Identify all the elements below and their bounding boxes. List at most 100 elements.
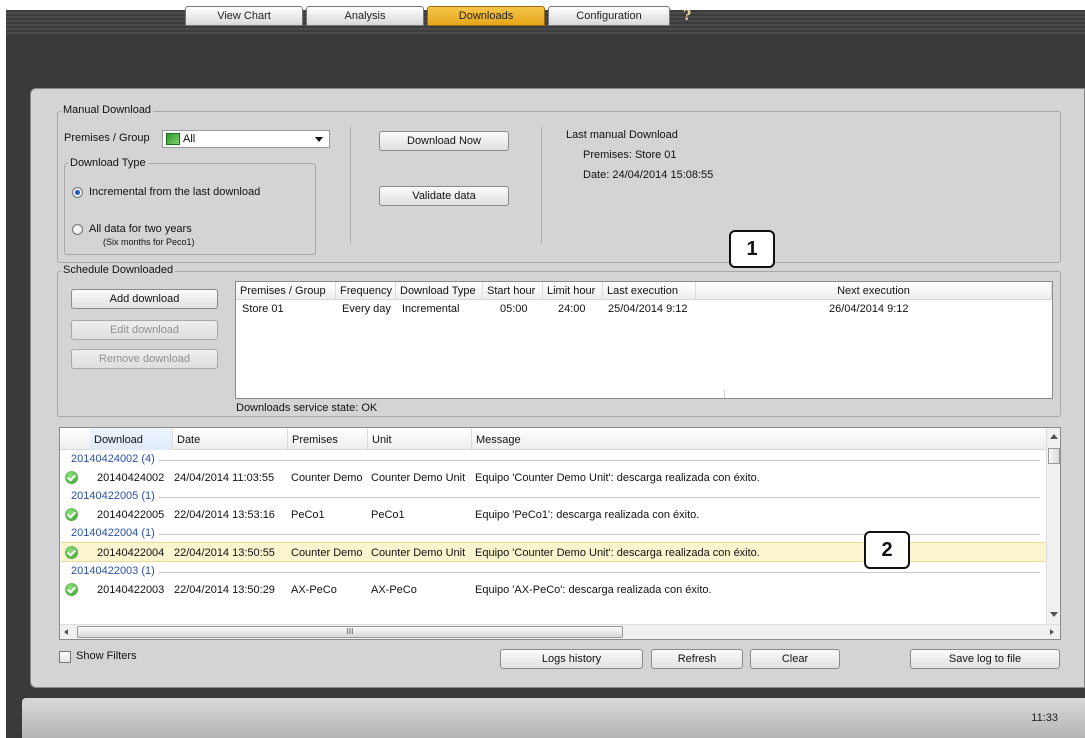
log-row[interactable]: 20140424002 24/04/2014 11:03:55 Counter … (61, 468, 1046, 488)
last-download-title: Last manual Download (566, 129, 678, 141)
scrollbar-thumb[interactable] (1048, 448, 1060, 464)
schedule-title: Schedule Downloaded (61, 264, 176, 276)
table-cell: Every day (342, 303, 391, 315)
clock: 11:33 (1031, 712, 1058, 724)
divider (71, 497, 1040, 498)
horizontal-scrollbar[interactable]: III (60, 624, 1060, 639)
validate-data-button[interactable]: Validate data (379, 186, 509, 206)
last-download-date: Date: 24/04/2014 15:08:55 (583, 169, 714, 181)
log-cell: 22/04/2014 13:53:16 (174, 509, 275, 521)
table-cell: 26/04/2014 9:12 (829, 303, 909, 315)
column-header[interactable]: Date (173, 428, 288, 450)
log-cell: Counter Demo (291, 472, 363, 484)
help-icon[interactable]: ? (683, 8, 697, 24)
status-bar: 11:33 (22, 698, 1085, 738)
vertical-scrollbar[interactable] (1046, 428, 1060, 624)
log-row[interactable]: 20140422003 22/04/2014 13:50:29 AX-PeCo … (61, 580, 1046, 600)
log-cell: Equipo 'Counter Demo Unit': descarga rea… (475, 472, 760, 484)
scroll-left-icon[interactable] (64, 629, 68, 635)
column-header[interactable]: Last execution (603, 282, 696, 300)
log-group-label: 20140424002 (4) (71, 453, 159, 465)
download-type-title: Download Type (68, 157, 148, 169)
table-cell: Store 01 (242, 303, 284, 315)
column-header[interactable]: Frequency (336, 282, 396, 300)
save-log-button[interactable]: Save log to file (910, 649, 1060, 669)
premises-select-value: All (183, 133, 196, 145)
divider (350, 127, 351, 244)
downloads-panel: Manual Download Premises / Group All Dow… (30, 88, 1085, 688)
top-navigation-bar (6, 10, 1085, 36)
log-group-header[interactable]: 20140422005 (1) (61, 488, 1046, 505)
column-header[interactable]: Premises / Group (236, 282, 336, 300)
download-now-button[interactable]: Download Now (379, 131, 509, 151)
log-cell: PeCo1 (291, 509, 325, 521)
table-cell: 25/04/2014 9:12 (608, 303, 688, 315)
show-filters-label[interactable]: Show Filters (76, 650, 137, 662)
tab-downloads[interactable]: Downloads (427, 6, 545, 26)
scroll-up-icon[interactable] (1050, 434, 1058, 439)
success-check-icon (65, 471, 78, 484)
incremental-label[interactable]: Incremental from the last download (89, 186, 260, 198)
log-cell: 24/04/2014 11:03:55 (174, 472, 275, 484)
success-check-icon (65, 508, 78, 521)
log-group-label: 20140422005 (1) (71, 490, 159, 502)
table-cell: 05:00 (500, 303, 528, 315)
all-data-label[interactable]: All data for two years (89, 223, 192, 235)
refresh-button[interactable]: Refresh (651, 649, 743, 669)
chevron-down-icon (315, 137, 323, 142)
schedule-table: Premises / Group Frequency Download Type… (235, 281, 1053, 399)
success-check-icon (65, 546, 78, 559)
log-group-label: 20140422003 (1) (71, 565, 159, 577)
log-cell: 20140424002 (97, 472, 165, 484)
log-cell: 20140422003 (97, 584, 165, 596)
log-cell: 20140422004 (97, 547, 165, 559)
table-row[interactable]: Store 01 Every day Incremental 05:00 24:… (236, 301, 1052, 318)
callout-1: 1 (729, 230, 775, 268)
edit-download-button[interactable]: Edit download (71, 320, 218, 340)
divider (724, 390, 725, 398)
callout-2: 2 (864, 531, 910, 569)
divider (71, 572, 1040, 573)
tab-analysis[interactable]: Analysis (306, 6, 424, 26)
column-header[interactable]: Download (90, 428, 173, 450)
log-cell: Counter Demo Unit (371, 547, 466, 559)
column-header[interactable]: Unit (368, 428, 472, 450)
scrollbar-thumb[interactable]: III (77, 626, 623, 638)
tab-configuration[interactable]: Configuration (548, 6, 670, 26)
log-cell: 20140422005 (97, 509, 165, 521)
premises-select[interactable]: All (162, 130, 330, 148)
incremental-radio[interactable] (72, 187, 83, 198)
premises-group-icon (166, 133, 180, 145)
manual-download-title: Manual Download (61, 104, 154, 116)
scroll-down-icon[interactable] (1050, 612, 1058, 617)
clear-button[interactable]: Clear (750, 649, 840, 669)
log-group-label: 20140422004 (1) (71, 527, 159, 539)
all-data-note: (Six months for Peco1) (103, 237, 195, 247)
table-cell: Incremental (402, 303, 460, 315)
logs-history-button[interactable]: Logs history (500, 649, 643, 669)
log-group-header[interactable]: 20140424002 (4) (61, 451, 1046, 468)
log-row[interactable]: 20140422005 22/04/2014 13:53:16 PeCo1 Pe… (61, 505, 1046, 525)
scroll-right-icon[interactable] (1050, 629, 1054, 635)
log-cell: Equipo 'PeCo1': descarga realizada con é… (475, 509, 700, 521)
remove-download-button[interactable]: Remove download (71, 349, 218, 369)
divider (541, 127, 542, 244)
column-header[interactable]: Message (472, 428, 1046, 450)
column-header[interactable]: Premises (288, 428, 368, 450)
log-cell: Counter Demo (291, 547, 363, 559)
divider (71, 460, 1040, 461)
success-check-icon (65, 583, 78, 596)
column-header[interactable]: Download Type (396, 282, 483, 300)
tab-view-chart[interactable]: View Chart (185, 6, 303, 26)
log-cell: Counter Demo Unit (371, 472, 466, 484)
log-cell: Equipo 'AX-PeCo': descarga realizada con… (475, 584, 712, 596)
column-header[interactable]: Start hour (483, 282, 543, 300)
log-cell: AX-PeCo (371, 584, 417, 596)
column-header (60, 428, 90, 450)
last-download-premises: Premises: Store 01 (583, 149, 677, 161)
column-header[interactable]: Next execution (696, 282, 1052, 300)
column-header[interactable]: Limit hour (543, 282, 603, 300)
add-download-button[interactable]: Add download (71, 289, 218, 309)
show-filters-checkbox[interactable] (59, 651, 71, 663)
all-data-radio[interactable] (72, 224, 83, 235)
